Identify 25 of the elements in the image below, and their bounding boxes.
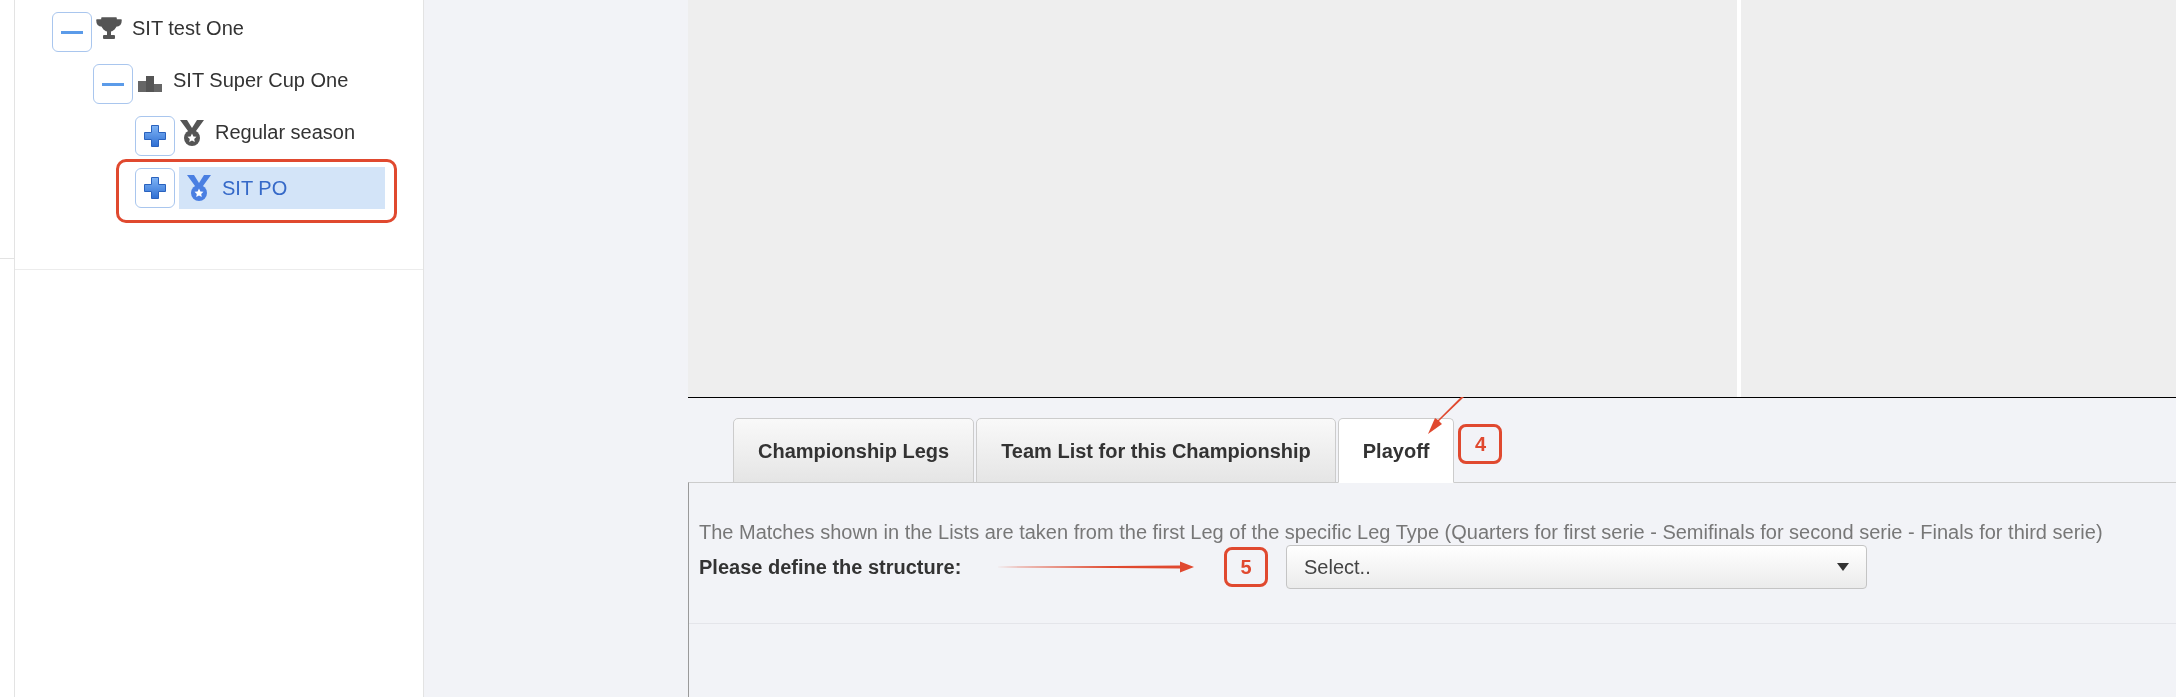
medal-icon: [186, 174, 212, 202]
annotation-arrow: [1428, 397, 1464, 435]
tree-item[interactable]: Regular season: [179, 118, 356, 147]
trophy-icon: [96, 17, 122, 40]
collapse-button[interactable]: [93, 64, 133, 104]
minus-icon: [61, 30, 83, 34]
step-marker: 4: [1458, 424, 1503, 464]
collapse-button[interactable]: [52, 12, 92, 52]
tree-item[interactable]: SIT PO: [179, 167, 385, 209]
tab[interactable]: Team List for this Championship: [976, 418, 1336, 483]
structure-note: The Matches shown in the Lists are taken from the first Leg of the specific Leg Type (Quarters for first serie - Semifinals for second serie - Finals for third serie): [699, 521, 2104, 544]
minus-icon: [102, 82, 124, 86]
step-marker: 5: [1224, 547, 1268, 587]
caret-down-icon: [1837, 563, 1849, 571]
tab[interactable]: Playoff: [1337, 418, 1455, 483]
expand-button[interactable]: [135, 116, 175, 156]
plus-icon: [144, 177, 166, 199]
expand-button[interactable]: [135, 168, 175, 208]
tree-item[interactable]: SIT Super Cup One: [137, 69, 349, 92]
structure-select[interactable]: Select..: [1286, 545, 1867, 589]
medal-icon: [179, 118, 205, 147]
tab[interactable]: Championship Legs: [733, 418, 975, 483]
tree-item[interactable]: SIT test One: [96, 17, 244, 40]
plus-icon: [144, 125, 166, 147]
structure-label: Please define the structure:: [699, 555, 963, 580]
